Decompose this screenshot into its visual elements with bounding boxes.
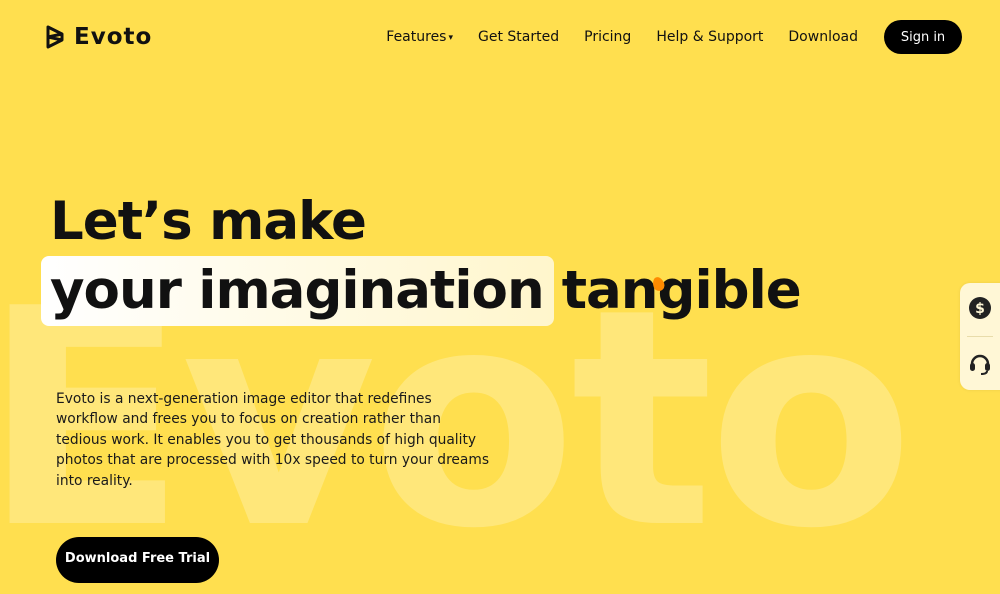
evoto-logo-icon bbox=[46, 25, 64, 49]
headline-line-2: your imagination tangible bbox=[41, 256, 802, 326]
hero-headline: Let’s make your imagination tangible bbox=[41, 190, 802, 326]
nav-features-label: Features bbox=[386, 29, 447, 45]
nav-help-support[interactable]: Help & Support bbox=[656, 29, 763, 45]
nav-get-started[interactable]: Get Started bbox=[478, 29, 559, 45]
pricing-side-button[interactable]: $ bbox=[968, 296, 992, 320]
headline-line-1: Let’s make bbox=[50, 191, 367, 252]
sign-in-button[interactable]: Sign in bbox=[884, 20, 962, 54]
download-free-trial-button[interactable]: Download Free Trial bbox=[56, 537, 219, 583]
nav-download[interactable]: Download bbox=[788, 29, 858, 45]
headline-tangible: tangible bbox=[561, 260, 802, 321]
svg-text:$: $ bbox=[975, 301, 985, 317]
support-side-button[interactable] bbox=[968, 351, 992, 375]
nav-features[interactable]: Features ▾ bbox=[386, 29, 453, 45]
nav-pricing[interactable]: Pricing bbox=[584, 29, 631, 45]
dollar-icon: $ bbox=[969, 297, 991, 319]
hero-description: Evoto is a next-generation image editor … bbox=[56, 390, 490, 489]
chevron-down-icon: ▾ bbox=[448, 33, 454, 43]
site-header: Evoto Features ▾ Get Started Pricing Help… bbox=[0, 0, 1000, 74]
side-panel-divider bbox=[967, 336, 993, 337]
headline-tangible-text: tangible bbox=[561, 260, 802, 321]
floating-side-panel: $ bbox=[960, 283, 1000, 390]
logo-text: Evoto bbox=[74, 24, 153, 50]
main-nav: Features ▾ Get Started Pricing Help & Sup… bbox=[386, 20, 962, 54]
headline-highlight: your imagination bbox=[41, 256, 554, 326]
headset-icon bbox=[970, 354, 990, 375]
logo[interactable]: Evoto bbox=[44, 24, 152, 50]
